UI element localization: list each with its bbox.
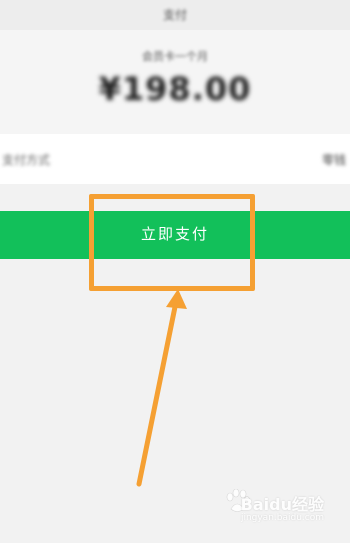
payment-amount-section: 会员卡一个月 ¥198.00 bbox=[0, 30, 350, 134]
payment-method-value[interactable]: 零钱 bbox=[322, 151, 346, 168]
merchant-label: 会员卡一个月 bbox=[142, 50, 208, 63]
payment-amount: ¥198.00 bbox=[98, 70, 252, 108]
payment-screen: 支付 会员卡一个月 ¥198.00 支付方式 零钱 立即支付 Baidu经验 j… bbox=[0, 0, 350, 543]
watermark-url: jingyan.baidu.com bbox=[240, 513, 324, 523]
baidu-jingyan-watermark: Baidu经验 jingyan.baidu.com bbox=[224, 489, 324, 529]
watermark-title: Baidu经验 bbox=[240, 495, 324, 514]
arrow-head bbox=[166, 289, 187, 309]
payment-method-label: 支付方式 bbox=[2, 153, 51, 167]
highlight-annotation-box bbox=[89, 194, 255, 291]
payment-method-row[interactable]: 支付方式 零钱 bbox=[0, 134, 350, 184]
navigation-bar: 支付 bbox=[0, 0, 350, 30]
arrow-shaft bbox=[136, 299, 179, 487]
page-title: 支付 bbox=[162, 8, 187, 22]
